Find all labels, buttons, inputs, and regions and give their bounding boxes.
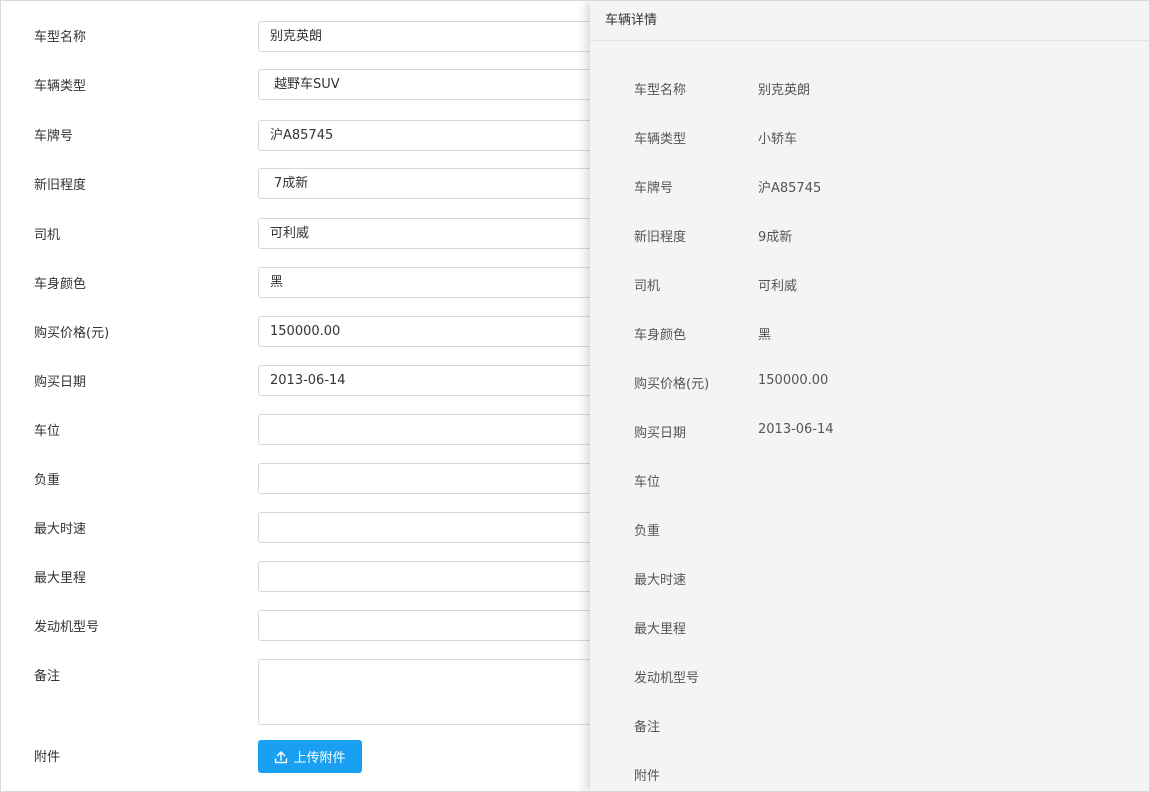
purchase-price-input[interactable]: 150000.00 xyxy=(258,316,603,347)
field-label: 附件 xyxy=(34,750,61,765)
field-label: 司机 xyxy=(34,228,61,243)
detail-label: 最大时速 xyxy=(634,573,687,588)
detail-row: 司机 可利威 xyxy=(590,275,1149,295)
load-input[interactable] xyxy=(258,463,603,494)
detail-value: 沪A85745 xyxy=(758,181,822,196)
field-label: 购买日期 xyxy=(34,375,87,390)
drawer-header: 车辆详情 xyxy=(590,1,1149,41)
remark-textarea[interactable] xyxy=(258,659,603,725)
plate-number-input[interactable]: 沪A85745 xyxy=(258,120,603,151)
detail-value: 9成新 xyxy=(758,230,793,245)
detail-row: 最大里程 xyxy=(590,618,1149,638)
field-label: 新旧程度 xyxy=(34,178,87,193)
model-name-input[interactable]: 别克英朗 xyxy=(258,21,603,52)
detail-value: 小轿车 xyxy=(758,132,798,147)
detail-row: 车辆类型 小轿车 xyxy=(590,128,1149,148)
detail-row: 附件 xyxy=(590,765,1149,785)
condition-select[interactable]: 7成新 xyxy=(258,168,603,199)
detail-row: 车位 xyxy=(590,471,1149,491)
field-label: 备注 xyxy=(34,669,61,684)
detail-label: 车牌号 xyxy=(634,181,674,196)
detail-value: 别克英朗 xyxy=(758,83,811,98)
purchase-date-input[interactable]: 2013-06-14 xyxy=(258,365,603,396)
detail-row: 发动机型号 xyxy=(590,667,1149,687)
detail-row: 购买日期 2013-06-14 xyxy=(590,422,1149,442)
vehicle-edit-form: 车型名称 别克英朗 车辆类型 越野车SUV 车牌号 沪A85745 新旧程度 7… xyxy=(1,1,603,791)
drawer-title: 车辆详情 xyxy=(605,13,658,28)
page-frame: 车型名称 别克英朗 车辆类型 越野车SUV 车牌号 沪A85745 新旧程度 7… xyxy=(0,0,1150,792)
max-mileage-input[interactable] xyxy=(258,561,603,592)
detail-label: 车位 xyxy=(634,475,661,490)
detail-label: 附件 xyxy=(634,769,661,784)
detail-label: 备注 xyxy=(634,720,661,735)
detail-row: 购买价格(元) 150000.00 xyxy=(590,373,1149,393)
detail-label: 最大里程 xyxy=(634,622,687,637)
detail-value: 黑 xyxy=(758,328,772,343)
detail-row: 新旧程度 9成新 xyxy=(590,226,1149,246)
vehicle-type-select[interactable]: 越野车SUV xyxy=(258,69,603,100)
detail-row: 车型名称 别克英朗 xyxy=(590,79,1149,99)
field-label: 车身颜色 xyxy=(34,277,87,292)
field-label: 车型名称 xyxy=(34,30,87,45)
driver-input[interactable]: 可利威 xyxy=(258,218,603,249)
detail-row: 车身颜色 黑 xyxy=(590,324,1149,344)
detail-label: 车身颜色 xyxy=(634,328,687,343)
field-label: 最大里程 xyxy=(34,571,87,586)
detail-label: 车辆类型 xyxy=(634,132,687,147)
engine-model-input[interactable] xyxy=(258,610,603,641)
parking-space-input[interactable] xyxy=(258,414,603,445)
detail-value: 150000.00 xyxy=(758,373,829,388)
field-label: 最大时速 xyxy=(34,522,87,537)
detail-label: 购买价格(元) xyxy=(634,377,710,392)
detail-label: 新旧程度 xyxy=(634,230,687,245)
field-label: 发动机型号 xyxy=(34,620,100,635)
upload-attachment-button[interactable]: 上传附件 xyxy=(258,740,362,773)
detail-value: 可利威 xyxy=(758,279,798,294)
field-label: 车位 xyxy=(34,424,61,439)
field-label: 车牌号 xyxy=(34,129,74,144)
upload-icon xyxy=(275,750,288,763)
field-label: 负重 xyxy=(34,473,61,488)
detail-row: 备注 xyxy=(590,716,1149,736)
body-color-input[interactable]: 黑 xyxy=(258,267,603,298)
detail-row: 负重 xyxy=(590,520,1149,540)
field-label: 购买价格(元) xyxy=(34,326,110,341)
detail-row: 车牌号 沪A85745 xyxy=(590,177,1149,197)
detail-label: 负重 xyxy=(634,524,661,539)
detail-label: 车型名称 xyxy=(634,83,687,98)
max-speed-input[interactable] xyxy=(258,512,603,543)
detail-label: 发动机型号 xyxy=(634,671,700,686)
upload-button-label: 上传附件 xyxy=(293,751,346,766)
vehicle-detail-drawer: 车辆详情 车型名称 别克英朗 车辆类型 小轿车 车牌号 沪A85745 新旧程度… xyxy=(590,1,1149,791)
field-label: 车辆类型 xyxy=(34,79,87,94)
detail-label: 司机 xyxy=(634,279,661,294)
detail-row: 最大时速 xyxy=(590,569,1149,589)
detail-label: 购买日期 xyxy=(634,426,687,441)
detail-value: 2013-06-14 xyxy=(758,422,834,437)
